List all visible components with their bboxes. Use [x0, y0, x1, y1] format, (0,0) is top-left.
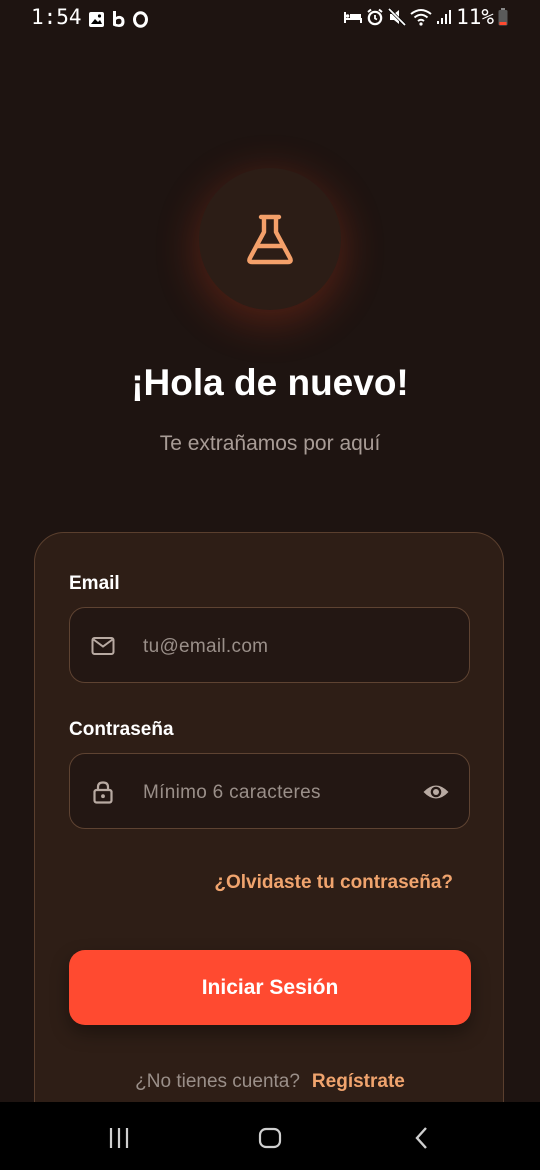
bed-icon	[344, 12, 363, 23]
signup-question: ¿No tienes cuenta?	[135, 1071, 300, 1092]
page-subtitle: Te extrañamos por aquí	[159, 432, 381, 455]
battery-icon	[498, 8, 508, 26]
email-field[interactable]: tu@email.com	[69, 607, 470, 683]
email-label: Email	[69, 573, 120, 594]
b-app-icon	[113, 11, 125, 27]
status-bar: 1:54 11%	[0, 0, 540, 38]
signup-row: ¿No tienes cuenta? Regístrate	[0, 1071, 540, 1093]
flask-icon	[247, 214, 293, 265]
recent-apps-icon[interactable]	[105, 1124, 133, 1152]
status-left-icons	[88, 10, 149, 28]
page-title: ¡Hola de nuevo!	[131, 362, 409, 403]
password-label: Contraseña	[69, 719, 174, 740]
status-right-icons: 11%	[344, 5, 508, 29]
status-time: 1:54	[31, 5, 82, 29]
login-screen: 1:54 11% ¡Hola de nuevo! Te extrañamos p…	[0, 0, 540, 1170]
home-icon[interactable]	[256, 1124, 284, 1152]
signal-icon	[437, 10, 452, 24]
login-button[interactable]: Iniciar Sesión	[69, 950, 471, 1025]
back-icon[interactable]	[408, 1124, 436, 1152]
alarm-icon	[367, 8, 383, 26]
password-field[interactable]: Mínimo 6 caracteres	[69, 753, 470, 829]
gallery-icon	[89, 11, 104, 27]
lock-icon	[93, 781, 113, 804]
mute-icon	[388, 8, 407, 26]
password-placeholder: Mínimo 6 caracteres	[143, 782, 321, 803]
mail-icon	[91, 637, 115, 655]
o-app-icon	[133, 11, 148, 28]
eye-icon[interactable]	[422, 780, 450, 804]
wifi-icon	[410, 9, 432, 26]
signup-link[interactable]: Regístrate	[312, 1071, 405, 1092]
email-placeholder: tu@email.com	[143, 636, 269, 657]
battery-text: 11%	[456, 5, 494, 29]
navigation-bar	[0, 1102, 540, 1170]
forgot-password-link[interactable]: ¿Olvidaste tu contraseña?	[214, 872, 453, 894]
